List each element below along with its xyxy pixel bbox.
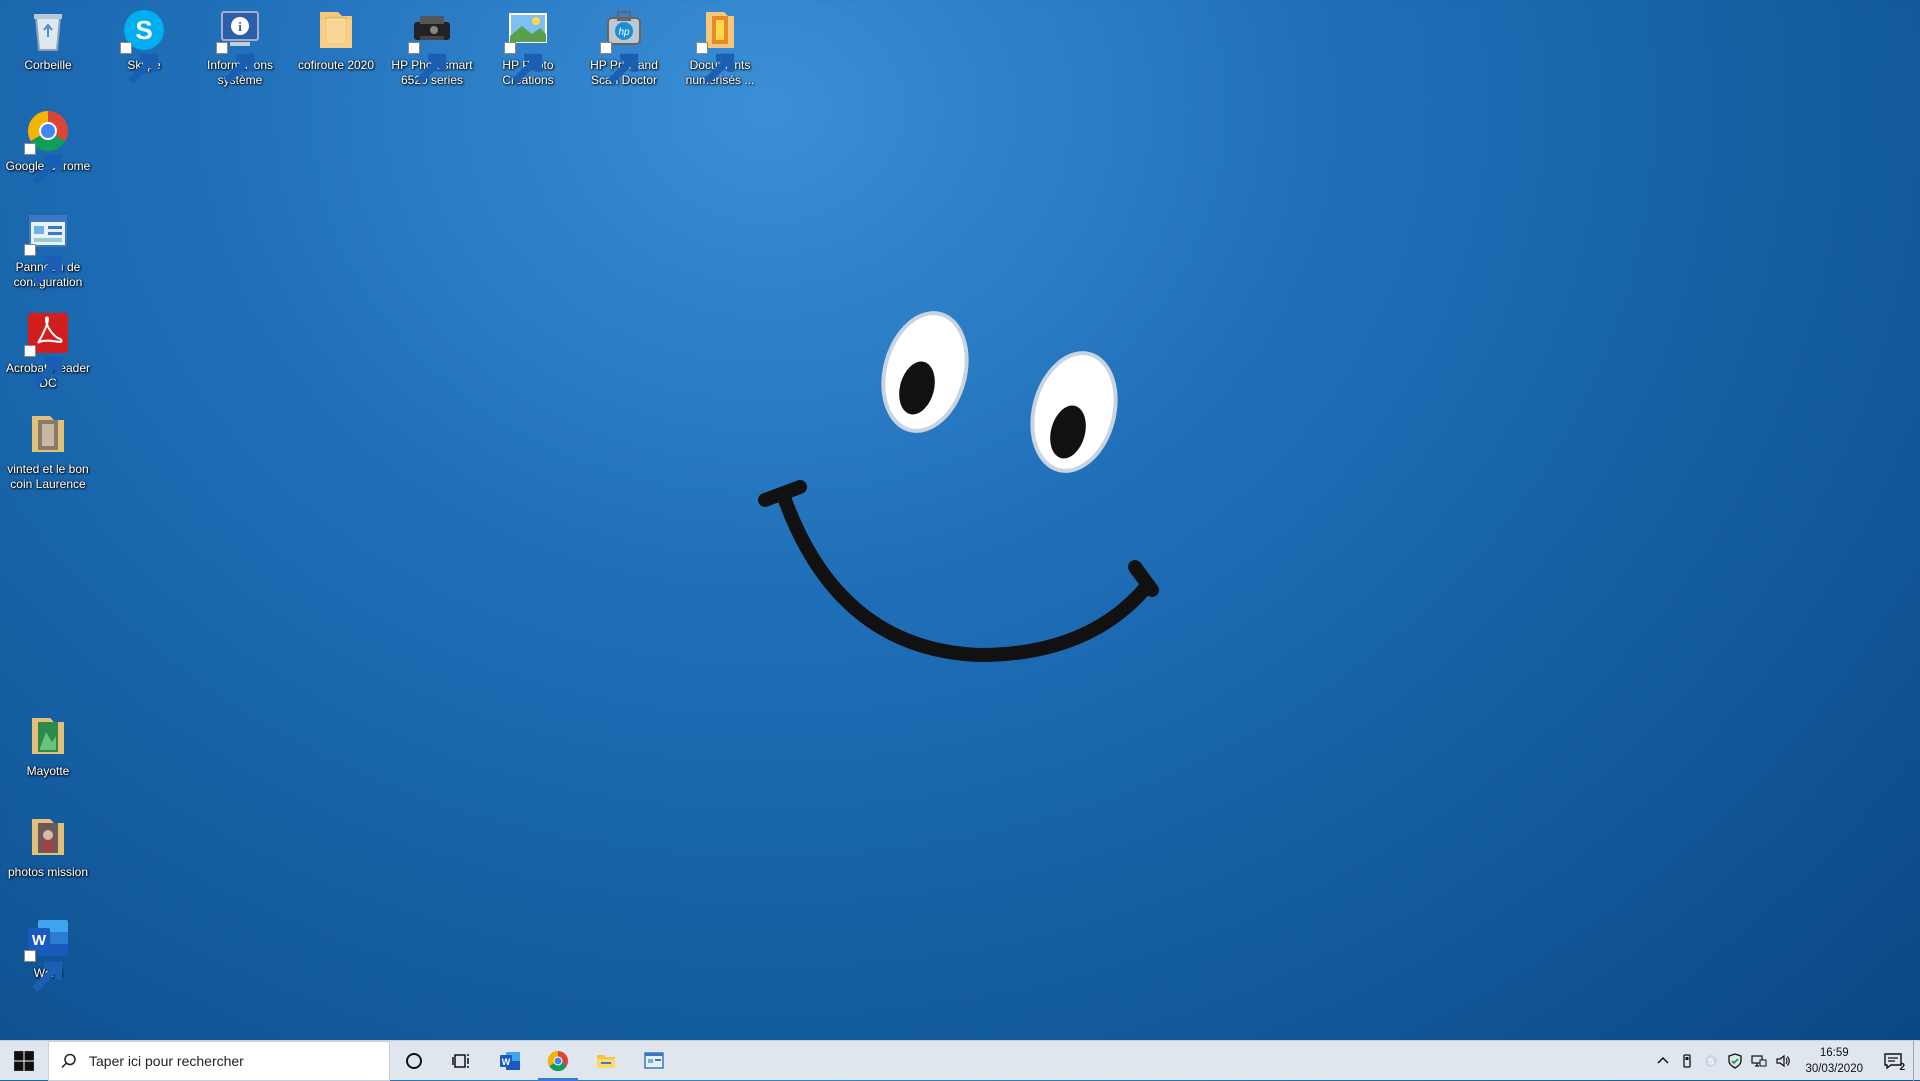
recycle-bin-icon [24,6,72,54]
shortcut-arrow-icon [216,42,255,84]
system-info-icon: i [216,6,264,84]
tray-network[interactable] [1747,1041,1771,1081]
desktop-icon-hp-photosmart[interactable]: HP Photosmart 6520 series [384,0,480,88]
desktop-icon-vinted[interactable]: vinted et le bon coin Laurence [0,404,96,492]
desktop-icon-acrobat-reader[interactable]: Acrobat Reader DC [0,303,96,391]
folder-icon [24,712,72,760]
search-box[interactable] [48,1040,390,1081]
desktop-icon-cofiroute[interactable]: cofiroute 2020 [288,0,384,73]
action-center-button[interactable]: 2 [1873,1041,1913,1081]
security-icon [1728,1052,1743,1069]
wallpaper-smiley [758,311,1159,663]
svg-text:i: i [238,19,242,34]
acrobat-icon [24,309,72,387]
volume-icon [1776,1054,1791,1067]
shortcut-arrow-icon [408,42,447,84]
icon-label: cofiroute 2020 [297,58,375,72]
show-desktop-button[interactable] [1913,1040,1920,1081]
control-panel-icon [644,1051,664,1069]
tray-volume[interactable] [1771,1041,1795,1081]
tray-skype[interactable]: S [1699,1041,1723,1081]
desktop-icon-google-chrome[interactable]: Google Chrome [0,101,96,185]
desktop-icon-system-info[interactable]: i Informations système [192,0,288,88]
clock[interactable]: 16:59 30/03/2020 [1795,1045,1873,1077]
desktop-icon-photos-mission[interactable]: photos mission [0,807,96,880]
folder-icon [696,6,744,84]
folder-icon [24,410,72,458]
taskbar: W S 16:59 30/03/2020 [0,1040,1920,1081]
shortcut-arrow-icon [24,345,63,387]
desktop-icon-control-panel[interactable]: Panneau de configuration [0,202,96,290]
skype-tray-icon: S [1705,1054,1718,1067]
taskbar-file-explorer[interactable] [582,1041,630,1081]
desktop-icon-hp-print-scan-doctor[interactable]: hp HP Print and Scan Doctor [576,0,672,88]
desktop-icon-word[interactable]: W Word [0,908,96,992]
desktop-icon-skype[interactable]: S Skype [96,0,192,84]
shortcut-arrow-icon [120,42,159,84]
task-view-button[interactable] [438,1041,486,1081]
chrome-icon [547,1050,568,1071]
svg-text:S: S [1708,1056,1714,1066]
desktop-icon-recycle-bin[interactable]: Corbeille [0,0,96,73]
svg-text:hp: hp [618,27,630,38]
desktop-icon-mayotte[interactable]: Mayotte [0,706,96,779]
folder-icon [312,6,360,54]
hp-doctor-icon: hp [600,6,648,84]
skype-icon: S [120,6,168,84]
smiley-mouth [778,493,1155,663]
word-icon: W [500,1051,520,1070]
icon-label: Corbeille [24,58,72,72]
start-button[interactable] [0,1041,48,1081]
shortcut-arrow-icon [24,143,63,185]
icon-label: vinted et le bon coin Laurence [7,462,89,491]
show-hidden-icons[interactable] [1651,1041,1675,1081]
tray-usb[interactable] [1675,1041,1699,1081]
cortana-button[interactable] [390,1041,438,1081]
clock-time: 16:59 [1819,1046,1849,1059]
search-icon [61,1053,76,1068]
system-tray: S 16:59 30/03/2020 2 [1651,1040,1920,1081]
svg-text:S: S [135,15,152,45]
desktop-icon-hp-photo-creations[interactable]: HP Photo Creations [480,0,576,88]
desktop-icon-documents-numerises[interactable]: Documents numérisés ... [672,0,768,88]
folder-icon [24,813,72,861]
shortcut-arrow-icon [600,42,639,84]
network-icon [1751,1054,1767,1067]
clock-date: 30/03/2020 [1805,1062,1863,1075]
shortcut-arrow-icon [24,244,63,286]
chevron-up-icon [1657,1056,1669,1064]
printer-icon [408,6,456,84]
file-explorer-icon [597,1054,615,1068]
cortana-icon [406,1052,422,1069]
control-panel-icon [24,208,72,286]
taskbar-word[interactable]: W [486,1041,534,1081]
windows-logo-icon [14,1050,34,1071]
hp-photo-icon [504,6,552,84]
shortcut-arrow-icon [696,42,735,84]
chrome-icon [24,107,72,185]
shortcut-arrow-icon [24,950,63,992]
usb-icon [1683,1053,1692,1068]
taskbar-control-panel[interactable] [630,1041,678,1081]
task-view-icon [452,1053,469,1068]
svg-text:W: W [502,1057,511,1067]
svg-text:W: W [32,932,47,949]
taskbar-chrome[interactable] [534,1041,582,1081]
tray-security[interactable] [1723,1041,1747,1081]
smiley-left-eye [881,311,969,433]
notification-count: 2 [1899,1061,1905,1073]
smiley-right-eye [1030,351,1118,473]
shortcut-arrow-icon [504,42,543,84]
search-input[interactable] [87,1051,371,1070]
icon-label: Mayotte [26,764,70,778]
word-icon: W [24,914,72,992]
icon-label: photos mission [7,865,89,879]
